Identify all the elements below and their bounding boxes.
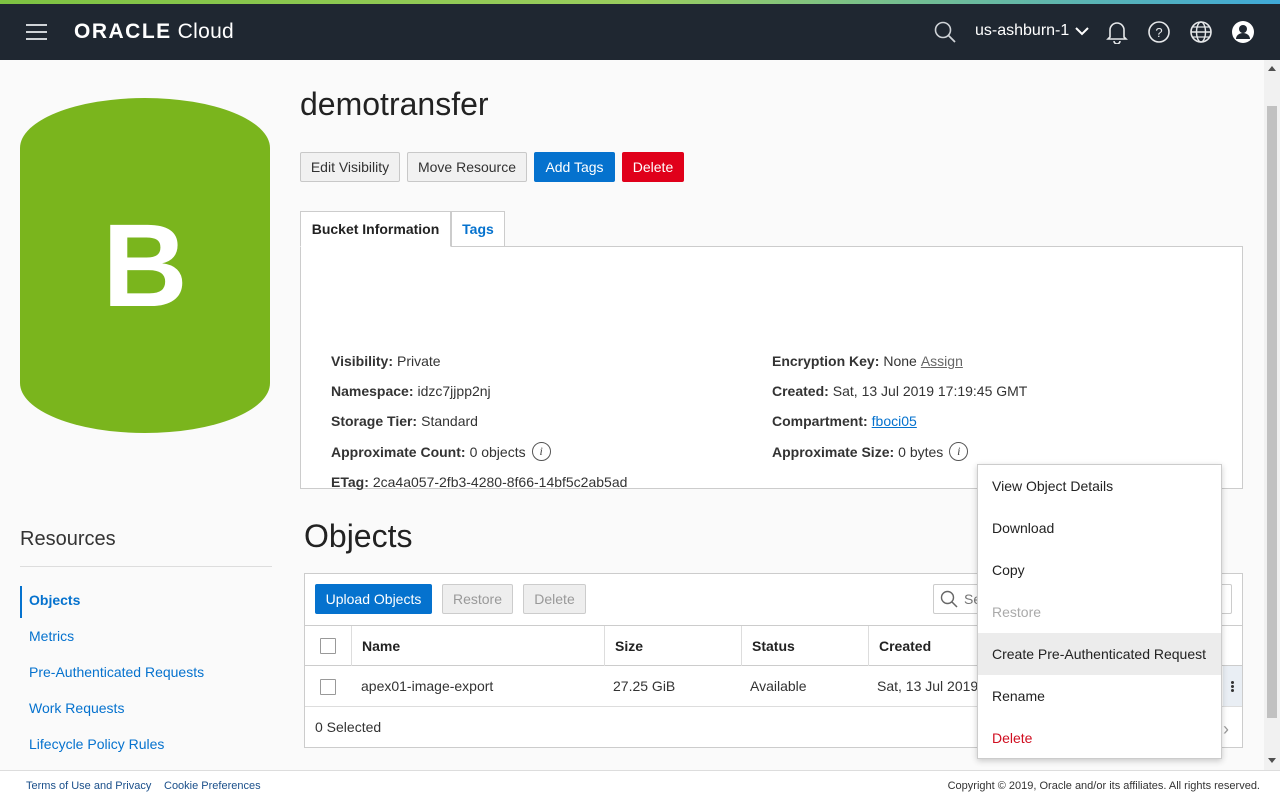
visibility-field: Visibility: Private xyxy=(331,353,441,369)
storage-tier-field: Storage Tier: Standard xyxy=(331,413,478,429)
help-icon[interactable]: ? xyxy=(1145,18,1173,46)
restore-button: Restore xyxy=(442,584,513,614)
namespace-field: Namespace: idzc7jjpp2nj xyxy=(331,383,491,399)
select-all-checkbox[interactable] xyxy=(320,638,336,654)
info-icon[interactable]: i xyxy=(949,442,969,461)
bell-icon[interactable] xyxy=(1103,18,1131,46)
resources-title: Resources xyxy=(20,528,116,550)
chevron-down-icon xyxy=(1075,27,1089,36)
top-navigation-bar: ORACLE Cloud us-ashburn-1 ? xyxy=(0,4,1280,60)
search-icon xyxy=(940,590,958,608)
delete-objects-button: Delete xyxy=(523,584,586,614)
column-header-name[interactable]: Name xyxy=(351,626,604,666)
move-resource-button[interactable]: Move Resource xyxy=(407,152,527,182)
sidebar-item-work-requests[interactable]: Work Requests xyxy=(29,700,124,716)
sidebar-item-lifecycle-policy-rules[interactable]: Lifecycle Policy Rules xyxy=(29,736,164,752)
object-size: 27.25 GiB xyxy=(613,678,676,694)
scroll-down-arrow-icon[interactable] xyxy=(1268,758,1276,763)
terms-of-use-link[interactable]: Terms of Use and Privacy xyxy=(26,780,151,792)
menu-item-restore: Restore xyxy=(992,604,1042,620)
tab-bucket-information[interactable]: Bucket Information xyxy=(300,211,451,247)
scrollbar-thumb[interactable] xyxy=(1267,106,1277,718)
encryption-key-field: Encryption Key: None Assign xyxy=(772,353,963,369)
sidebar-item-pre-authenticated-requests[interactable]: Pre-Authenticated Requests xyxy=(29,664,204,680)
sidebar-item-metrics[interactable]: Metrics xyxy=(29,628,74,644)
oracle-cloud-logo[interactable]: ORACLE Cloud xyxy=(74,20,234,44)
objects-title: Objects xyxy=(304,518,413,554)
bucket-logo: B xyxy=(20,98,270,433)
globe-icon[interactable] xyxy=(1187,18,1215,46)
tab-tags[interactable]: Tags xyxy=(451,211,505,247)
approximate-count-field: Approximate Count: 0 objects i xyxy=(331,442,551,461)
user-icon[interactable] xyxy=(1229,18,1257,46)
compartment-field: Compartment: fboci05 xyxy=(772,413,917,429)
copyright-text: Copyright © 2019, Oracle and/or its affi… xyxy=(947,780,1260,792)
menu-item-create-pre-authenticated-request[interactable]: Create Pre-Authenticated Request xyxy=(978,633,1221,675)
column-header-size[interactable]: Size xyxy=(604,626,741,666)
row-checkbox[interactable] xyxy=(320,679,336,695)
assign-encryption-key-link[interactable]: Assign xyxy=(921,353,963,369)
edit-visibility-button[interactable]: Edit Visibility xyxy=(300,152,400,182)
menu-item-download[interactable]: Download xyxy=(978,507,1221,549)
column-header-status[interactable]: Status xyxy=(741,626,868,666)
selected-count: 0 Selected xyxy=(315,719,382,735)
menu-icon[interactable] xyxy=(26,24,47,40)
object-actions-menu: View Object Details Download Copy Restor… xyxy=(977,464,1222,759)
active-indicator xyxy=(20,586,22,618)
page-title: demotransfer xyxy=(300,86,489,122)
row-actions-kebab-icon[interactable] xyxy=(1223,666,1242,706)
scrollbar[interactable] xyxy=(1264,60,1280,770)
scroll-up-arrow-icon[interactable] xyxy=(1268,66,1276,71)
compartment-link[interactable]: fboci05 xyxy=(872,413,917,429)
bucket-info-panel: Visibility: Private Namespace: idzc7jjpp2n… xyxy=(300,246,1243,490)
menu-item-rename[interactable]: Rename xyxy=(978,675,1221,717)
region-label: us-ashburn-1 xyxy=(975,22,1070,39)
page-footer: Terms of Use and Privacy Cookie Preferen… xyxy=(0,770,1280,800)
svg-text:?: ? xyxy=(1155,25,1162,40)
add-tags-button[interactable]: Add Tags xyxy=(534,152,615,182)
delete-bucket-button[interactable]: Delete xyxy=(622,152,684,182)
menu-item-view-object-details[interactable]: View Object Details xyxy=(978,465,1221,507)
object-created: Sat, 13 Jul 2019 xyxy=(877,678,979,694)
created-field: Created: Sat, 13 Jul 2019 17:19:45 GMT xyxy=(772,383,1028,399)
etag-field: ETag: 2ca4a057-2fb3-4280-8f66-14bf5c2ab5a… xyxy=(331,474,628,490)
region-selector[interactable]: us-ashburn-1 xyxy=(975,22,1089,40)
divider xyxy=(20,566,272,567)
menu-item-delete[interactable]: Delete xyxy=(978,717,1221,759)
menu-item-copy[interactable]: Copy xyxy=(978,549,1221,591)
info-icon[interactable]: i xyxy=(531,442,551,461)
search-icon[interactable] xyxy=(931,18,959,46)
approximate-size-field: Approximate Size: 0 bytes i xyxy=(772,442,969,461)
upload-objects-button[interactable]: Upload Objects xyxy=(315,584,432,614)
object-name[interactable]: apex01-image-export xyxy=(361,666,493,706)
next-page-icon[interactable]: › xyxy=(1223,719,1229,740)
sidebar-item-objects[interactable]: Objects xyxy=(29,592,80,608)
object-status: Available xyxy=(750,678,807,694)
cookie-preferences-link[interactable]: Cookie Preferences xyxy=(164,780,261,792)
